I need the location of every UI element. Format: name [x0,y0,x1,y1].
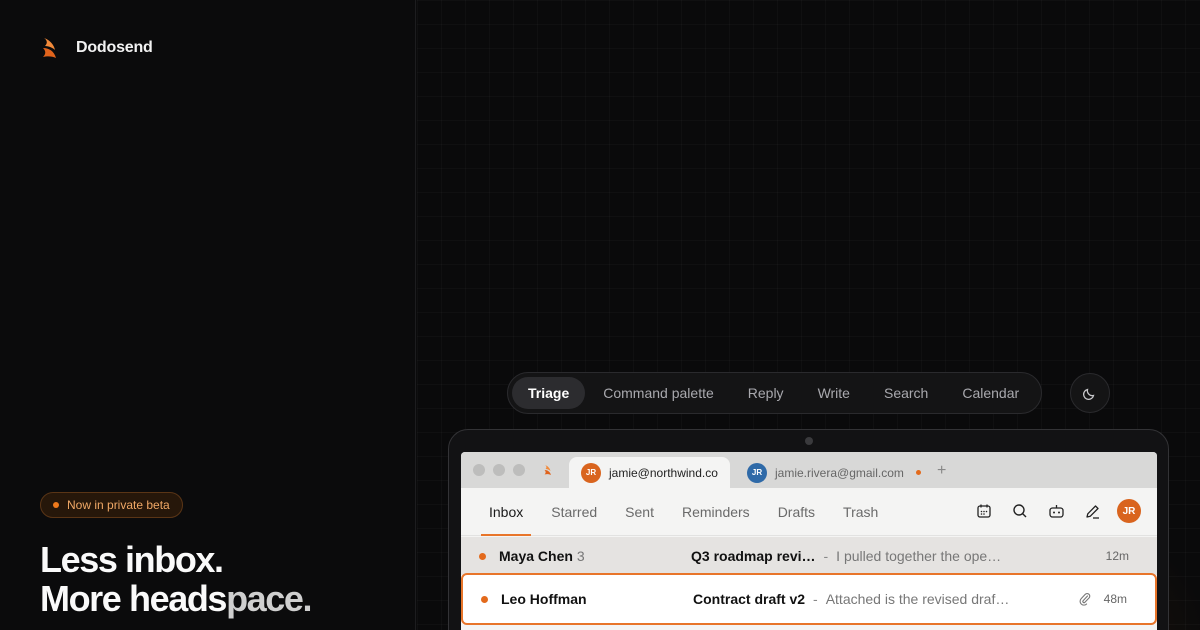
feature-tab-write[interactable]: Write [802,377,866,409]
window-controls [473,464,525,476]
mail-nav: Inbox Starred Sent Reminders Drafts Tras… [461,488,1157,536]
mail-app-window: JR jamie@northwind.co JR jamie.rivera@gm… [461,452,1157,630]
nav-starred[interactable]: Starred [537,488,611,535]
compose-icon [1085,504,1099,519]
email-preview: Attached is the revised draf… [825,591,1010,607]
email-subject-line: Q3 roadmap revi… - I pulled together the o… [691,548,1001,564]
avatar: JR [581,462,601,483]
bot-icon [1048,505,1064,518]
account-email: jamie@northwind.co [609,465,718,480]
email-time: 12m [1105,549,1129,563]
window-close-button[interactable] [473,464,485,476]
feature-tabs: Triage Command palette Reply Write Searc… [507,372,1043,414]
brand-name: Dodosend [76,39,153,56]
email-subject: Contract draft v2 [693,591,806,607]
unread-indicator [481,595,488,603]
add-account-button[interactable]: + [937,462,946,480]
product-preview-panel: Triage Command palette Reply Write Searc… [417,0,1200,630]
search-icon [1013,504,1027,518]
headline-line-2-part-a: More heads [40,578,227,619]
unread-indicator [479,552,486,560]
window-maximize-button[interactable] [513,464,525,476]
paperclip-icon [1079,593,1091,606]
beta-badge: Now in private beta [40,492,183,518]
email-sender: Maya Chen 3 [499,548,585,564]
nav-reminders[interactable]: Reminders [668,488,764,535]
search-button[interactable] [1009,500,1031,522]
headline-line-2-part-b: pace. [226,578,312,619]
app-logo-icon [544,465,551,475]
email-row[interactable]: Maya Chen 3 Q3 roadmap revi… - I pulled tog… [461,537,1157,575]
nav-sent[interactable]: Sent [611,488,668,535]
device-frame: JR jamie@northwind.co JR jamie.rivera@gm… [448,429,1169,630]
moon-icon [1082,388,1095,401]
account-email: jamie.rivera@gmail.com [775,465,904,480]
beta-badge-label: Now in private beta [67,498,170,512]
user-avatar[interactable]: JR [1117,499,1141,523]
feature-tab-command-palette[interactable]: Command palette [587,377,730,409]
subject-separator: - [813,591,818,607]
feature-tab-triage[interactable]: Triage [512,377,586,409]
thread-count: 3 [576,548,585,564]
email-sender: Leo Hoffman [501,591,587,607]
theme-toggle-button[interactable] [1070,373,1110,413]
avatar: JR [747,462,767,483]
account-tab-strip: JR jamie@northwind.co JR jamie.rivera@gm… [461,452,1157,488]
flame-logo-icon [43,38,56,58]
feature-tab-search[interactable]: Search [868,377,944,409]
feature-tab-calendar[interactable]: Calendar [946,377,1035,409]
calendar-button[interactable] [973,500,995,522]
headline-line-1: Less inbox. [40,539,224,580]
compose-button[interactable] [1081,500,1103,522]
assistant-button[interactable] [1045,500,1067,522]
nav-inbox[interactable]: Inbox [475,488,537,536]
calendar-icon [977,504,991,518]
headline-line-2: More headspace. [40,578,313,619]
window-minimize-button[interactable] [493,464,505,476]
camera-dot [805,437,813,445]
unread-indicator [915,470,921,475]
status-dot [53,502,59,508]
account-tab-northwind[interactable]: JR jamie@northwind.co [569,457,730,488]
feature-tab-reply[interactable]: Reply [732,377,800,409]
email-row-selected[interactable]: Leo Hoffman Contract draft v2- Attached i… [461,573,1157,625]
email-subject-line: Contract draft v2- Attached is the revise… [693,591,1009,607]
left-panel: Dodosend Now in private beta Less inbox.… [0,0,416,630]
email-preview: I pulled together the ope… [836,548,1002,564]
hero-headline: Less inbox. More headspace. [40,539,313,619]
nav-trash[interactable]: Trash [829,488,892,535]
brand-logo[interactable]: Dodosend [40,36,153,60]
subject-separator: - [823,548,829,564]
email-subject: Q3 roadmap revi… [691,548,816,564]
account-tab-gmail[interactable]: JR jamie.rivera@gmail.com [735,457,933,488]
email-time: 48m [1103,592,1127,606]
nav-drafts[interactable]: Drafts [764,488,829,535]
toolbar: JR [973,499,1141,523]
